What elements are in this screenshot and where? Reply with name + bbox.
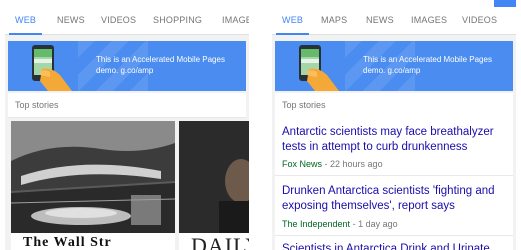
tab-web[interactable]: WEB — [9, 7, 43, 35]
top-stories-list: Antarctic scientists may face breathalyz… — [275, 117, 513, 250]
story-title: DAILY — [191, 233, 249, 250]
left-phone-screen: WEB NEWS VIDEOS SHOPPING IMAGES This is … — [5, 0, 249, 250]
search-tabs: WEB MAPS NEWS IMAGES VIDEOS — [272, 7, 516, 35]
amp-demo-banner[interactable]: This is an Accelerated Mobile Pages demo… — [275, 41, 513, 91]
tab-images[interactable]: IMAGES — [411, 7, 447, 34]
active-tab-indicator — [276, 33, 310, 35]
hand-holding-phone-icon — [32, 45, 72, 91]
top-stories-header: Top stories — [275, 93, 513, 118]
story-headline-link[interactable]: Scientists in Antarctica Drink and Urina… — [282, 242, 504, 250]
top-stories-label: Top stories — [15, 100, 59, 110]
story-meta: Fox News - 22 hours ago — [282, 159, 383, 169]
tab-images[interactable]: IMAGES — [222, 7, 249, 34]
right-phone-screen: WEB MAPS NEWS IMAGES VIDEOS This is an A… — [272, 0, 516, 250]
tab-news[interactable]: NEWS — [57, 7, 85, 34]
list-item[interactable]: Scientists in Antarctica Drink and Urina… — [275, 236, 513, 250]
story-source: Fox News — [282, 159, 323, 169]
tab-videos[interactable]: VIDEOS — [101, 7, 136, 34]
story-thumbnail — [11, 121, 175, 233]
tab-web[interactable]: WEB — [276, 7, 310, 35]
hand-holding-phone-icon — [299, 45, 339, 91]
story-meta: The Independent - 1 day ago — [282, 219, 398, 229]
story-thumbnail — [179, 121, 249, 233]
tab-maps[interactable]: MAPS — [321, 7, 347, 34]
story-time: - 1 day ago — [352, 219, 398, 229]
active-tab-indicator — [9, 33, 43, 35]
top-stories-label: Top stories — [282, 100, 326, 110]
story-headline-link[interactable]: Antarctic scientists may face breathalyz… — [282, 125, 504, 155]
tab-shopping[interactable]: SHOPPING — [153, 7, 202, 34]
story-card[interactable]: DAILY — [179, 121, 249, 250]
story-headline-link[interactable]: Drunken Antarctica scientists 'fighting … — [282, 184, 504, 214]
search-bar[interactable] — [5, 0, 249, 7]
tab-label: WEB — [15, 15, 37, 25]
banner-text: This is an Accelerated Mobile Pages demo… — [363, 55, 492, 75]
tab-videos[interactable]: VIDEOS — [462, 7, 497, 34]
story-time: - 22 hours ago — [324, 159, 383, 169]
story-card[interactable]: The Wall Str — [11, 121, 175, 250]
search-button[interactable] — [494, 0, 516, 7]
list-item[interactable]: Antarctic scientists may face breathalyz… — [275, 117, 513, 176]
list-item[interactable]: Drunken Antarctica scientists 'fighting … — [275, 176, 513, 236]
search-tabs: WEB NEWS VIDEOS SHOPPING IMAGES — [5, 7, 249, 35]
search-bar[interactable] — [272, 0, 516, 7]
story-source: The Independent — [282, 219, 351, 229]
top-stories-header: Top stories — [8, 93, 246, 118]
story-title: The Wall Str — [23, 235, 112, 250]
tab-news[interactable]: NEWS — [366, 7, 394, 34]
top-stories-carousel[interactable]: The Wall Str DAILY — [8, 121, 249, 250]
tab-label: WEB — [282, 15, 304, 25]
amp-demo-banner[interactable]: This is an Accelerated Mobile Pages demo… — [8, 41, 246, 91]
banner-text: This is an Accelerated Mobile Pages demo… — [96, 55, 225, 75]
